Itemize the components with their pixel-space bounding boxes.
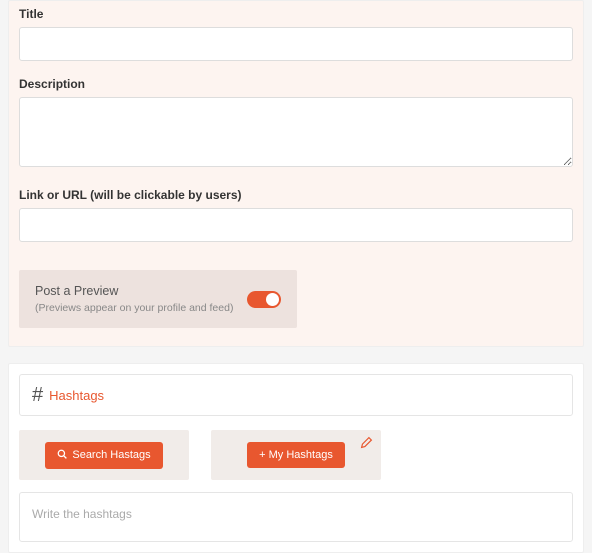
hashtags-header: # Hashtags [19, 374, 573, 416]
post-form-card: Title Description Link or URL (will be c… [8, 0, 584, 347]
hashtags-card: # Hashtags Search Hastags + [8, 363, 584, 553]
description-textarea[interactable] [19, 97, 573, 167]
preview-title: Post a Preview [35, 284, 247, 298]
hashtags-section-title: Hashtags [49, 388, 104, 403]
preview-subtitle: (Previews appear on your profile and fee… [35, 302, 247, 314]
my-hashtags-cell: + My Hashtags [211, 430, 381, 480]
hashtag-input[interactable] [32, 507, 560, 521]
search-hashtags-cell: Search Hastags [19, 430, 189, 480]
my-hashtags-button[interactable]: + My Hashtags [247, 442, 345, 468]
link-group: Link or URL (will be clickable by users) [19, 182, 573, 242]
search-hashtags-button[interactable]: Search Hastags [45, 442, 162, 469]
link-input[interactable] [19, 208, 573, 242]
my-hashtags-label: + My Hashtags [259, 449, 333, 461]
hashtag-input-container [19, 492, 573, 542]
hashtag-icon: # [32, 385, 43, 405]
hashtag-buttons-row: Search Hastags + My Hashtags [19, 430, 573, 480]
link-label: Link or URL (will be clickable by users) [19, 182, 573, 208]
preview-toggle-box: Post a Preview (Previews appear on your … [19, 270, 297, 328]
description-group: Description [19, 71, 573, 172]
search-icon [57, 449, 67, 462]
title-input[interactable] [19, 27, 573, 61]
title-label: Title [19, 1, 573, 27]
preview-text-wrap: Post a Preview (Previews appear on your … [35, 284, 247, 314]
preview-toggle[interactable] [247, 291, 281, 308]
edit-icon[interactable] [360, 436, 373, 454]
description-label: Description [19, 71, 573, 97]
title-group: Title [19, 1, 573, 61]
search-hashtags-label: Search Hastags [72, 449, 150, 461]
